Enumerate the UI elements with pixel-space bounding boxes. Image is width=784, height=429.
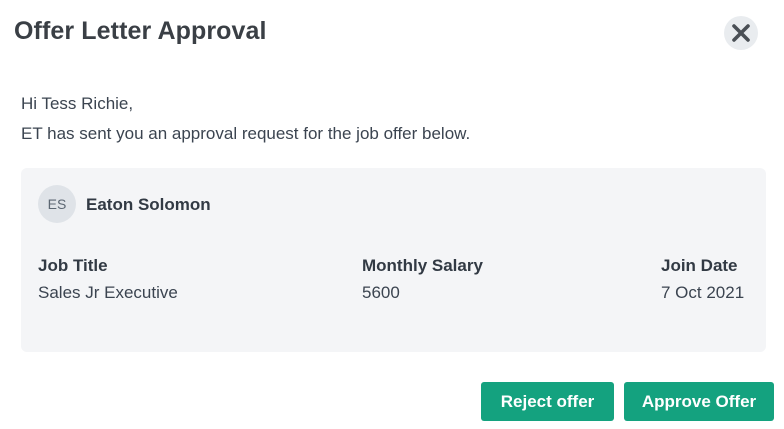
join-date-field: Join Date 7 Oct 2021 — [661, 256, 744, 303]
offer-approval-dialog: Offer Letter Approval Hi Tess Richie, ET… — [0, 0, 784, 429]
offer-details-card: ES Eaton Solomon Job Title Sales Jr Exec… — [21, 168, 766, 352]
monthly-salary-value: 5600 — [362, 283, 400, 302]
candidate-name: Eaton Solomon — [86, 195, 211, 214]
job-title-field: Job Title Sales Jr Executive — [38, 256, 178, 303]
join-date-value: 7 Oct 2021 — [661, 283, 745, 302]
job-title-value: Sales Jr Executive — [38, 283, 178, 302]
monthly-salary-label: Monthly Salary — [362, 256, 483, 275]
close-button[interactable] — [724, 16, 758, 50]
request-message: ET has sent you an approval request for … — [21, 124, 471, 143]
job-title-label: Job Title — [38, 256, 108, 275]
join-date-label: Join Date — [661, 256, 738, 275]
dialog-title: Offer Letter Approval — [14, 17, 267, 45]
monthly-salary-field: Monthly Salary 5600 — [362, 256, 483, 303]
avatar: ES — [38, 185, 76, 223]
close-icon — [732, 24, 750, 42]
reject-offer-button[interactable]: Reject offer — [481, 382, 614, 421]
greeting-text: Hi Tess Richie, — [21, 94, 134, 113]
approve-offer-button[interactable]: Approve Offer — [624, 382, 774, 421]
